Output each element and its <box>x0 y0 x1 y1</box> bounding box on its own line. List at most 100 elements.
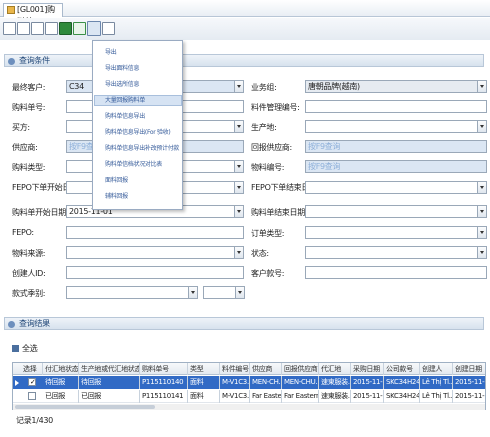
edit-icon[interactable] <box>31 22 44 35</box>
menu-item-accessory-report[interactable]: 辅料回报 <box>105 191 128 200</box>
results-section-header[interactable]: 查询结果 <box>4 317 484 330</box>
menu-item-order-export[interactable]: 购料单信息导出 <box>105 111 145 120</box>
customer-style-label: 客户款号: <box>251 269 285 278</box>
row-type: 面料 <box>188 376 220 389</box>
row-material-no: M-V1C3... <box>220 376 250 389</box>
status-select[interactable] <box>305 246 487 259</box>
row-style-no: SKC34H24 <box>384 376 420 389</box>
menu-item-bulk-report[interactable]: 大量回报购料单 <box>94 95 182 106</box>
col-agent[interactable]: 代汇地 <box>319 363 351 375</box>
fepo-label: FEPO: <box>12 228 34 237</box>
document-icon <box>7 6 15 14</box>
section-icon <box>8 58 15 65</box>
order-end-label: 购料单结束日期: <box>251 208 308 217</box>
menu-item-export-selected[interactable]: 导出选所信息 <box>105 79 140 88</box>
mgmt-no-label: 料件管理编号: <box>251 103 300 112</box>
new-icon[interactable] <box>3 22 16 35</box>
tab-purchase-order[interactable]: [GL001]购料单 <box>3 3 63 26</box>
open-icon[interactable] <box>17 22 30 35</box>
row-supplier: MEN-CH... <box>250 376 282 389</box>
style-season-select-1[interactable] <box>66 286 198 299</box>
row-report-supplier: Far Eastern ... <box>282 390 319 403</box>
settings-icon[interactable] <box>102 22 115 35</box>
select-all-toggle[interactable]: 全选 <box>12 343 38 355</box>
delete-icon[interactable] <box>45 22 58 35</box>
buyer-label: 买方: <box>12 123 30 132</box>
fepo-end-date[interactable] <box>305 181 487 194</box>
row-creator: Lê Thị Tl... <box>420 376 453 389</box>
row-report-supplier: MEN-CHU... <box>282 376 319 389</box>
status-label: 状态: <box>251 249 269 258</box>
order-end-date[interactable] <box>305 205 487 218</box>
select-all-icon <box>12 345 19 352</box>
col-order-no[interactable]: 购料单号 <box>140 363 188 375</box>
menu-item-order-export-payment[interactable]: 购料单信息导出补改预计付款 <box>105 143 179 152</box>
style-season-select-2[interactable] <box>203 286 245 299</box>
fepo-input[interactable] <box>66 226 244 239</box>
business-group-select[interactable]: 唐朝品牌(越南) <box>305 80 487 93</box>
col-supplier[interactable]: 供应商 <box>250 363 282 375</box>
report-supplier-label: 回报供应商: <box>251 143 292 152</box>
col-creator[interactable]: 创建人 <box>420 363 453 375</box>
menu-item-order-export-inspection[interactable]: 购料单信息导出(For 验收) <box>105 127 171 136</box>
row-order-no: P115110141 <box>140 390 188 403</box>
excel-icon[interactable] <box>59 22 72 35</box>
row-checkbox[interactable] <box>28 392 36 400</box>
toolbar <box>0 18 490 40</box>
style-season-label: 款式季别: <box>12 289 46 298</box>
query-section-header[interactable]: 查询条件 <box>4 54 484 67</box>
row-agent: 速東服装... <box>319 376 351 389</box>
row-checkbox[interactable]: ✓ <box>28 378 36 386</box>
query-section-title: 查询条件 <box>19 56 50 65</box>
order-no-label: 购料单号: <box>12 103 46 112</box>
material-no-label: 物料编号: <box>251 163 285 172</box>
col-purchase-date[interactable]: 采购日期 <box>351 363 384 375</box>
report-supplier-input[interactable]: 按F9查询 <box>305 140 487 153</box>
row-production-status: 已回报 <box>79 390 140 403</box>
row-purchase-date: 2015-11-... <box>351 390 384 403</box>
select-all-label: 全选 <box>22 344 38 353</box>
customer-style-input[interactable] <box>305 266 487 279</box>
col-material-no[interactable]: 料件编号 <box>220 363 250 375</box>
order-type2-select[interactable] <box>305 226 487 239</box>
customer-label: 最终客户: <box>12 83 46 92</box>
order-type2-label: 订单类型: <box>251 229 285 238</box>
section-icon <box>8 321 15 328</box>
export-icon[interactable] <box>87 21 101 36</box>
check-icon: ✓ <box>30 378 36 386</box>
col-style-no[interactable]: 公司款号 <box>384 363 420 375</box>
menu-item-order-comparison[interactable]: 购料单信档状况对比表 <box>105 159 162 168</box>
upload-icon[interactable] <box>73 22 86 35</box>
menu-item-export[interactable]: 导出 <box>105 47 117 56</box>
results-section-title: 查询结果 <box>19 319 50 328</box>
menu-item-fabric-report[interactable]: 面料回报 <box>105 175 128 184</box>
order-start-label: 购料单开始日期: <box>12 208 69 217</box>
col-select[interactable]: 选择 <box>21 363 43 375</box>
creator-input[interactable] <box>66 266 244 279</box>
menu-item-export-fabric[interactable]: 导出面料信息 <box>105 63 140 72</box>
horizontal-scrollbar[interactable] <box>13 404 485 410</box>
business-group-label: 业务组: <box>251 83 277 92</box>
material-no-input[interactable]: 按F9查询 <box>305 160 487 173</box>
col-payment-status[interactable]: 付汇地状态 <box>43 363 79 375</box>
order-type-label: 购料类型: <box>12 163 46 172</box>
row-supplier: Far Easter... <box>250 390 282 403</box>
row-indicator-icon <box>15 380 19 386</box>
row-creator: Lê Thị Tl... <box>420 390 453 403</box>
col-created-date[interactable]: 创建日期 <box>453 363 485 375</box>
row-agent: 速東服装... <box>319 390 351 403</box>
mgmt-no-input[interactable] <box>305 100 487 113</box>
row-payment-status: 待回报 <box>43 376 79 389</box>
row-type: 面料 <box>188 390 220 403</box>
tab-strip: [GL001]购料单 <box>0 0 490 26</box>
col-production-status[interactable]: 生产地或代汇地状态 <box>79 363 140 375</box>
scrollbar-thumb[interactable] <box>15 405 155 409</box>
col-type[interactable]: 类型 <box>188 363 220 375</box>
record-count: 记录1/430 <box>16 416 53 425</box>
row-payment-status: 已回报 <box>43 390 79 403</box>
row-created-date: 2015-11-... <box>455 378 485 386</box>
producer-select[interactable] <box>305 120 487 133</box>
material-source-select[interactable] <box>66 246 244 259</box>
col-report-supplier[interactable]: 回报供应商 <box>282 363 319 375</box>
creator-label: 创建人ID: <box>12 269 46 278</box>
